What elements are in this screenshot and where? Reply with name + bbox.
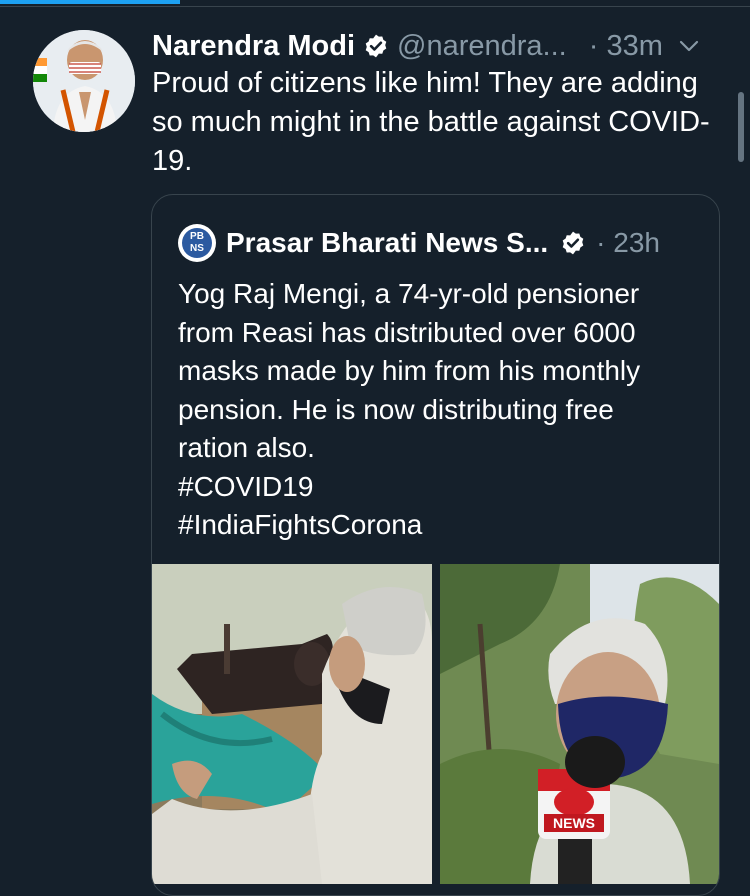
interview-photo-image: NEWS xyxy=(440,564,719,884)
quoted-text-line: pension. He is now distributing free xyxy=(178,393,614,425)
quoted-text-line: masks made by him from his monthly xyxy=(178,355,641,386)
author-name[interactable]: Narendra Modi xyxy=(152,30,355,63)
photo-interview[interactable]: NEWS xyxy=(440,564,719,884)
quoted-tweet-text: Yog Raj Mengi, a 74-yr-old pensioner fro… xyxy=(178,275,708,545)
author-handle[interactable]: @narendra... xyxy=(397,30,567,63)
quoted-tweet-card[interactable]: PB NS Prasar Bharati News S... · 23h Yog… xyxy=(151,194,720,896)
quoted-text-line: Yog Raj Mengi, a 74-yr-old pensioner xyxy=(178,278,640,309)
avatar-image xyxy=(33,30,135,132)
top-divider xyxy=(0,6,750,7)
quoted-text-line: ration also. xyxy=(178,432,315,463)
verified-badge-icon xyxy=(562,231,584,255)
hashtag-covid19[interactable]: #COVID19 xyxy=(178,468,708,507)
tweet-header: Narendra Modi @narendra... · 33m xyxy=(152,26,732,66)
quoted-tweet-header: PB NS Prasar Bharati News S... · 23h xyxy=(178,223,698,263)
news-mic-label: NEWS xyxy=(553,815,595,831)
verified-badge-icon xyxy=(365,34,387,58)
author-avatar[interactable] xyxy=(33,30,135,132)
loading-progress-fill xyxy=(0,0,180,4)
scrollbar[interactable] xyxy=(738,92,744,162)
loading-progress-bar xyxy=(0,0,750,4)
quoted-tweet-timestamp: · 23h xyxy=(596,227,660,258)
quoted-author-name: Prasar Bharati News S... xyxy=(226,227,549,258)
quoted-author-logo: PB NS xyxy=(178,224,216,262)
quoted-media: NEWS xyxy=(152,564,719,884)
quoted-text-line: from Reasi has distributed over 6000 xyxy=(178,316,636,348)
sewing-photo-image xyxy=(152,564,432,884)
hashtag-indiafightscorona[interactable]: #IndiaFightsCorona xyxy=(178,506,708,545)
tweet-text: Proud of citizens like him! They are add… xyxy=(152,67,710,177)
tweet-timestamp[interactable]: · 33m xyxy=(589,30,663,63)
photo-sewing-machine[interactable] xyxy=(152,564,432,884)
chevron-down-icon[interactable] xyxy=(677,34,701,58)
quoted-author-logo-text: PB NS xyxy=(182,228,212,258)
